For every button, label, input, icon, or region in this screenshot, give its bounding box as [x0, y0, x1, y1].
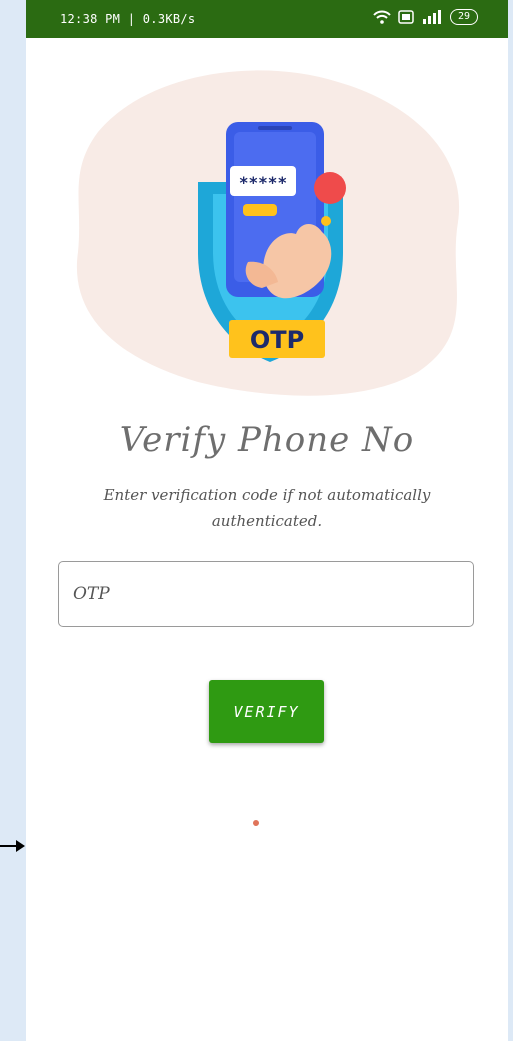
- arrow-right-icon: [0, 840, 25, 852]
- page-subtitle: Enter verification code if not automatic…: [103, 486, 431, 530]
- status-icons: 29: [373, 9, 478, 25]
- wifi-icon: [373, 10, 391, 24]
- battery-icon: 29: [450, 9, 478, 25]
- otp-badge-label: OTP: [250, 326, 304, 354]
- signal-icon: [423, 10, 441, 24]
- verify-button[interactable]: VERIFY: [209, 680, 324, 743]
- loading-indicator: [253, 820, 259, 826]
- notification-dot: [314, 172, 346, 204]
- otp-input[interactable]: [71, 562, 465, 626]
- otp-illustration: ***** OTP: [76, 70, 460, 396]
- otp-field[interactable]: [58, 561, 474, 627]
- status-bar: 12:38 PM | 0.3KB/s 29: [26, 0, 508, 38]
- page-title: Verify Phone No: [119, 420, 415, 460]
- status-time: 12:38 PM | 0.3KB/s: [60, 12, 196, 26]
- phone-screen: 12:38 PM | 0.3KB/s 29 ***** OTP Verify P…: [26, 0, 508, 1041]
- masked-code: *****: [239, 173, 287, 192]
- volte-icon: [398, 10, 414, 24]
